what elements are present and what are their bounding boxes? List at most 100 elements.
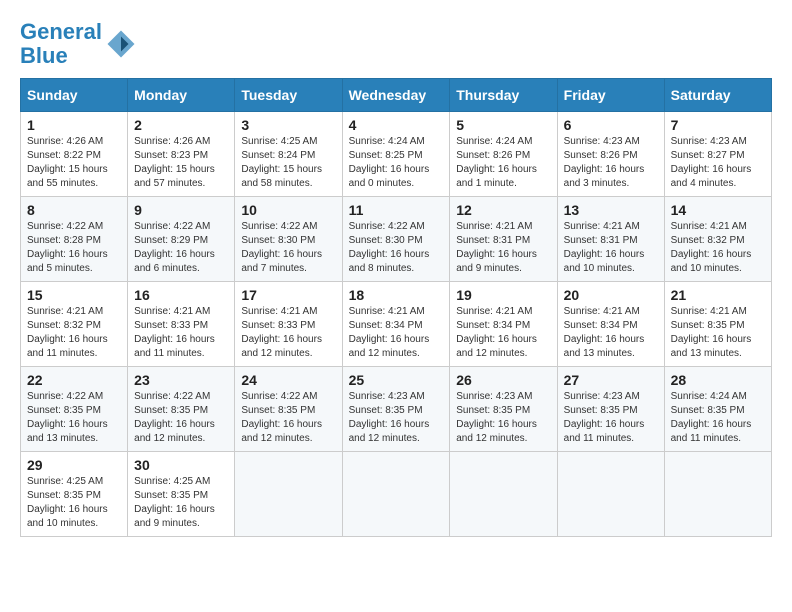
header-sunday: Sunday — [21, 79, 128, 112]
calendar-body: 1Sunrise: 4:26 AMSunset: 8:22 PMDaylight… — [21, 112, 772, 537]
day-cell-11: 11 Sunrise: 4:22 AMSunset: 8:30 PMDayligh… — [342, 197, 450, 282]
day-info: Sunrise: 4:22 AMSunset: 8:35 PMDaylight:… — [134, 390, 228, 446]
day-cell-6: 6 Sunrise: 4:23 AMSunset: 8:26 PMDaylight… — [557, 112, 664, 197]
day-cell-13: 13 Sunrise: 4:21 AMSunset: 8:31 PMDayligh… — [557, 197, 664, 282]
day-info: Sunrise: 4:24 AMSunset: 8:26 PMDaylight:… — [456, 135, 550, 191]
day-cell-26: 26 Sunrise: 4:23 AMSunset: 8:35 PMDayligh… — [450, 367, 557, 452]
day-number: 25 — [349, 372, 444, 388]
day-cell-28: 28 Sunrise: 4:24 AMSunset: 8:35 PMDayligh… — [664, 367, 771, 452]
day-number: 30 — [134, 457, 228, 473]
day-number: 15 — [27, 287, 121, 303]
day-cell-27: 27 Sunrise: 4:23 AMSunset: 8:35 PMDayligh… — [557, 367, 664, 452]
day-info: Sunrise: 4:21 AMSunset: 8:33 PMDaylight:… — [134, 305, 228, 361]
logo-blue: Blue — [20, 43, 68, 68]
day-number: 7 — [671, 117, 765, 133]
header-tuesday: Tuesday — [235, 79, 342, 112]
page-header: General Blue — [20, 20, 772, 68]
day-info: Sunrise: 4:22 AMSunset: 8:35 PMDaylight:… — [241, 390, 335, 446]
day-number: 19 — [456, 287, 550, 303]
day-cell-16: 16Sunrise: 4:21 AMSunset: 8:33 PMDayligh… — [128, 282, 235, 367]
day-cell-25: 25 Sunrise: 4:23 AMSunset: 8:35 PMDayligh… — [342, 367, 450, 452]
day-info: Sunrise: 4:21 AMSunset: 8:32 PMDaylight:… — [671, 220, 765, 276]
header-monday: Monday — [128, 79, 235, 112]
day-info: Sunrise: 4:26 AMSunset: 8:23 PMDaylight:… — [134, 135, 228, 191]
header-friday: Friday — [557, 79, 664, 112]
day-info: Sunrise: 4:22 AMSunset: 8:28 PMDaylight:… — [27, 220, 121, 276]
day-cell-12: 12Sunrise: 4:21 AMSunset: 8:31 PMDayligh… — [450, 197, 557, 282]
day-number: 28 — [671, 372, 765, 388]
logo-general: General — [20, 19, 102, 44]
day-cell-18: 18 Sunrise: 4:21 AMSunset: 8:34 PMDayligh… — [342, 282, 450, 367]
empty-cell — [664, 452, 771, 537]
week-row-1: 1Sunrise: 4:26 AMSunset: 8:22 PMDaylight… — [21, 112, 772, 197]
day-info: Sunrise: 4:22 AMSunset: 8:30 PMDaylight:… — [349, 220, 444, 276]
day-number: 9 — [134, 202, 228, 218]
day-info: Sunrise: 4:23 AMSunset: 8:35 PMDaylight:… — [349, 390, 444, 446]
day-info: Sunrise: 4:22 AMSunset: 8:29 PMDaylight:… — [134, 220, 228, 276]
day-cell-30: 30Sunrise: 4:25 AMSunset: 8:35 PMDayligh… — [128, 452, 235, 537]
day-number: 27 — [564, 372, 658, 388]
week-row-3: 15Sunrise: 4:21 AMSunset: 8:32 PMDayligh… — [21, 282, 772, 367]
day-cell-15: 15Sunrise: 4:21 AMSunset: 8:32 PMDayligh… — [21, 282, 128, 367]
week-row-4: 22 Sunrise: 4:22 AMSunset: 8:35 PMDayligh… — [21, 367, 772, 452]
day-number: 14 — [671, 202, 765, 218]
day-number: 11 — [349, 202, 444, 218]
day-info: Sunrise: 4:22 AMSunset: 8:30 PMDaylight:… — [241, 220, 335, 276]
day-number: 29 — [27, 457, 121, 473]
day-info: Sunrise: 4:24 AMSunset: 8:25 PMDaylight:… — [349, 135, 444, 191]
day-number: 20 — [564, 287, 658, 303]
day-info: Sunrise: 4:23 AMSunset: 8:35 PMDaylight:… — [564, 390, 658, 446]
day-info: Sunrise: 4:21 AMSunset: 8:31 PMDaylight:… — [564, 220, 658, 276]
day-info: Sunrise: 4:24 AMSunset: 8:35 PMDaylight:… — [671, 390, 765, 446]
day-info: Sunrise: 4:21 AMSunset: 8:33 PMDaylight:… — [241, 305, 335, 361]
day-number: 13 — [564, 202, 658, 218]
day-cell-2: 2 Sunrise: 4:26 AMSunset: 8:23 PMDaylight… — [128, 112, 235, 197]
day-cell-23: 23 Sunrise: 4:22 AMSunset: 8:35 PMDayligh… — [128, 367, 235, 452]
day-number: 8 — [27, 202, 121, 218]
day-cell-1: 1Sunrise: 4:26 AMSunset: 8:22 PMDaylight… — [21, 112, 128, 197]
day-info: Sunrise: 4:23 AMSunset: 8:26 PMDaylight:… — [564, 135, 658, 191]
day-info: Sunrise: 4:21 AMSunset: 8:34 PMDaylight:… — [349, 305, 444, 361]
empty-cell — [557, 452, 664, 537]
day-cell-9: 9 Sunrise: 4:22 AMSunset: 8:29 PMDaylight… — [128, 197, 235, 282]
day-info: Sunrise: 4:23 AMSunset: 8:35 PMDaylight:… — [456, 390, 550, 446]
day-cell-20: 20 Sunrise: 4:21 AMSunset: 8:34 PMDayligh… — [557, 282, 664, 367]
day-cell-29: 29Sunrise: 4:25 AMSunset: 8:35 PMDayligh… — [21, 452, 128, 537]
day-number: 21 — [671, 287, 765, 303]
day-number: 17 — [241, 287, 335, 303]
calendar-header: SundayMondayTuesdayWednesdayThursdayFrid… — [21, 79, 772, 112]
day-cell-10: 10Sunrise: 4:22 AMSunset: 8:30 PMDayligh… — [235, 197, 342, 282]
day-number: 5 — [456, 117, 550, 133]
empty-cell — [235, 452, 342, 537]
day-number: 22 — [27, 372, 121, 388]
logo-text: General Blue — [20, 20, 102, 68]
day-cell-19: 19 Sunrise: 4:21 AMSunset: 8:34 PMDayligh… — [450, 282, 557, 367]
calendar-table: SundayMondayTuesdayWednesdayThursdayFrid… — [20, 78, 772, 537]
day-number: 6 — [564, 117, 658, 133]
empty-cell — [450, 452, 557, 537]
day-number: 18 — [349, 287, 444, 303]
day-cell-8: 8 Sunrise: 4:22 AMSunset: 8:28 PMDaylight… — [21, 197, 128, 282]
header-thursday: Thursday — [450, 79, 557, 112]
day-number: 2 — [134, 117, 228, 133]
day-cell-14: 14 Sunrise: 4:21 AMSunset: 8:32 PMDayligh… — [664, 197, 771, 282]
day-number: 23 — [134, 372, 228, 388]
day-number: 26 — [456, 372, 550, 388]
day-info: Sunrise: 4:26 AMSunset: 8:22 PMDaylight:… — [27, 135, 121, 191]
header-saturday: Saturday — [664, 79, 771, 112]
day-info: Sunrise: 4:21 AMSunset: 8:34 PMDaylight:… — [456, 305, 550, 361]
header-wednesday: Wednesday — [342, 79, 450, 112]
day-info: Sunrise: 4:23 AMSunset: 8:27 PMDaylight:… — [671, 135, 765, 191]
week-row-5: 29Sunrise: 4:25 AMSunset: 8:35 PMDayligh… — [21, 452, 772, 537]
day-info: Sunrise: 4:22 AMSunset: 8:35 PMDaylight:… — [27, 390, 121, 446]
day-info: Sunrise: 4:21 AMSunset: 8:34 PMDaylight:… — [564, 305, 658, 361]
day-cell-22: 22 Sunrise: 4:22 AMSunset: 8:35 PMDayligh… — [21, 367, 128, 452]
logo-icon — [106, 29, 136, 59]
day-cell-3: 3Sunrise: 4:25 AMSunset: 8:24 PMDaylight… — [235, 112, 342, 197]
day-number: 24 — [241, 372, 335, 388]
day-number: 3 — [241, 117, 335, 133]
empty-cell — [342, 452, 450, 537]
day-cell-4: 4 Sunrise: 4:24 AMSunset: 8:25 PMDaylight… — [342, 112, 450, 197]
day-info: Sunrise: 4:21 AMSunset: 8:31 PMDaylight:… — [456, 220, 550, 276]
day-number: 4 — [349, 117, 444, 133]
